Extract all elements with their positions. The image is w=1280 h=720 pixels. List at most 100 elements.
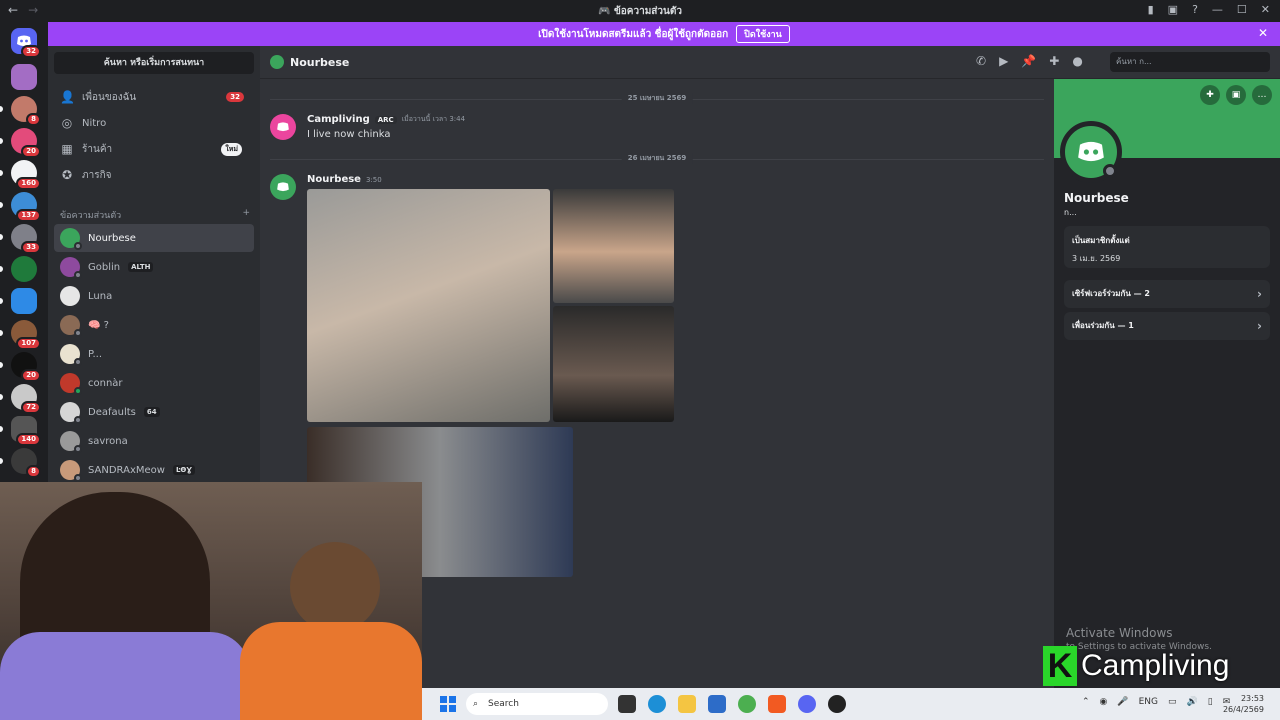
volume-icon[interactable]: 🔊	[1187, 697, 1198, 707]
obs-icon[interactable]	[828, 695, 846, 713]
dm-item[interactable]: savrona	[54, 427, 254, 455]
battery-icon[interactable]: ▯	[1208, 697, 1213, 707]
author-name[interactable]: Nourbese	[307, 174, 361, 185]
dm-item[interactable]: Luna	[54, 282, 254, 310]
chat-header: Nourbese ✆ ▶ 📌 ✚ ● ค้นหา ก...	[260, 46, 1280, 79]
mutual-friends-row[interactable]: เพื่อนร่วมกัน — 1 ›	[1064, 312, 1270, 340]
author-name[interactable]: Campliving	[307, 114, 370, 125]
taskbar-clock[interactable]: 23:53 26/4/2569	[1223, 693, 1264, 715]
quests-icon: ✪	[61, 168, 73, 182]
close-button[interactable]: ✕	[1261, 3, 1270, 16]
server-icon[interactable]: 20	[0, 128, 41, 158]
server-icon[interactable]	[0, 288, 37, 314]
image-attachment[interactable]	[553, 306, 674, 422]
profile-panel: ✚ ▣ … Nourbese n... เป็นสมาชิกตั้งแต่ 3 …	[1054, 79, 1280, 720]
maximize-button[interactable]: ☐	[1237, 3, 1247, 16]
profile-avatar[interactable]	[1060, 121, 1122, 183]
server-icon[interactable]: 33	[0, 224, 41, 254]
task-view-icon[interactable]	[618, 695, 636, 713]
taskbar-search[interactable]: ⌕ Search	[466, 693, 608, 715]
store-icon[interactable]	[708, 695, 726, 713]
server-icon[interactable]: 160	[0, 160, 41, 190]
server-icon[interactable]: 72	[0, 384, 41, 414]
dm-item[interactable]: SANDRAxMeow ĿƟƔ	[54, 456, 254, 484]
brave-icon[interactable]	[768, 695, 786, 713]
windows-start-icon[interactable]	[440, 696, 456, 712]
call-icon[interactable]: ✆	[976, 54, 986, 68]
bookmark-icon[interactable]: ▮	[1148, 3, 1154, 16]
server-icon[interactable]	[0, 256, 37, 282]
chat-search-input[interactable]: ค้นหา ก...	[1110, 52, 1270, 72]
add-friend-icon[interactable]: ✚	[1049, 54, 1059, 68]
language-indicator[interactable]: ENG	[1139, 697, 1158, 707]
image-attachment[interactable]	[307, 189, 550, 422]
gift-icon[interactable]: ▣	[1226, 85, 1246, 105]
message-avatar[interactable]	[270, 174, 296, 200]
recipient-name: Nourbese	[290, 55, 350, 69]
server-icon[interactable]: 20	[0, 352, 41, 382]
date-divider: 25 เมษายน 2569	[270, 93, 1044, 104]
discord-taskbar-icon[interactable]	[798, 695, 816, 713]
server-icon[interactable]	[11, 64, 37, 90]
file-explorer-icon[interactable]	[678, 695, 696, 713]
mic-icon[interactable]: 🎤	[1117, 697, 1128, 707]
dm-item[interactable]: 🧠 ?	[54, 311, 254, 339]
dm-item[interactable]: Goblin ALTH	[54, 253, 254, 281]
unread-pip	[0, 202, 3, 208]
edge-icon[interactable]	[648, 695, 666, 713]
more-icon[interactable]: …	[1252, 85, 1272, 105]
server-icon[interactable]: 8	[0, 96, 41, 126]
chevron-up-icon[interactable]: ⌃	[1082, 697, 1090, 707]
security-icon[interactable]: ◉	[1100, 697, 1108, 707]
avatar	[60, 373, 82, 395]
system-tray: ⌃ ◉ 🎤 ENG ▭ 🔊 ▯ ✉	[1082, 697, 1230, 707]
unread-pip	[0, 106, 3, 112]
screen-icon[interactable]: ▣	[1168, 3, 1178, 16]
banner-close-icon[interactable]: ✕	[1258, 26, 1268, 40]
nav-friends[interactable]: 👤 เพื่อนของฉัน 32	[54, 84, 254, 110]
dm-item[interactable]: P...	[54, 340, 254, 368]
server-icon[interactable]: 8	[0, 448, 41, 478]
dm-item[interactable]: Nourbese	[54, 224, 254, 252]
person-left-shirt	[0, 632, 250, 720]
friends-count-badge: 32	[226, 92, 244, 102]
dm-name: Nourbese	[88, 232, 136, 244]
chrome-icon[interactable]	[738, 695, 756, 713]
add-friend-icon[interactable]: ✚	[1200, 85, 1220, 105]
help-icon[interactable]: ?	[1192, 3, 1198, 16]
status-dot	[74, 387, 82, 395]
home-button[interactable]: 32	[11, 28, 41, 58]
display-icon[interactable]: ▭	[1168, 697, 1177, 707]
search-icon: ⌕	[473, 699, 479, 709]
unread-pip	[0, 330, 3, 336]
dm-name: P...	[88, 348, 103, 360]
unread-pip	[0, 362, 3, 368]
video-icon[interactable]: ▶	[999, 54, 1008, 68]
streamer-mode-banner: เปิดใช้งานโหมดสตรีมแล้ว ชื่อผู้ใช้ถูกตัด…	[48, 22, 1280, 46]
avatar	[60, 344, 82, 366]
profile-toggle-icon[interactable]: ●	[1072, 54, 1082, 68]
server-icon[interactable]: 137	[0, 192, 41, 222]
mutual-servers-row[interactable]: เซิร์ฟเวอร์ร่วมกัน — 2 ›	[1064, 280, 1270, 308]
timestamp: 3:50	[365, 175, 382, 184]
image-attachment[interactable]	[553, 189, 674, 303]
dm-item[interactable]: Deafaults 64	[54, 398, 254, 426]
unread-pip	[0, 266, 3, 272]
disable-streamer-mode-button[interactable]: ปิดใช้งาน	[736, 25, 790, 43]
nav-nitro[interactable]: ◎ Nitro	[54, 110, 254, 136]
avatar	[60, 228, 82, 250]
pin-icon[interactable]: 📌	[1021, 54, 1036, 68]
server-icon[interactable]: 107	[0, 320, 41, 350]
create-dm-icon[interactable]: +	[242, 208, 250, 222]
find-conversation-input[interactable]: ค้นหา หรือเริ่มการสนทนา	[54, 52, 254, 74]
dm-name: SANDRAxMeow	[88, 464, 165, 476]
minimize-button[interactable]: —	[1212, 3, 1223, 16]
nav-shop[interactable]: ▦ ร้านค้า ใหม่	[54, 136, 254, 162]
message-avatar[interactable]	[270, 114, 296, 140]
avatar	[60, 257, 82, 279]
server-icon[interactable]: 140	[0, 416, 41, 446]
guild-tag: ARC	[374, 115, 397, 124]
dm-item[interactable]: connàr	[54, 369, 254, 397]
activate-windows-title: Activate Windows	[1066, 626, 1173, 640]
nav-quests[interactable]: ✪ ภารกิจ	[54, 162, 254, 188]
